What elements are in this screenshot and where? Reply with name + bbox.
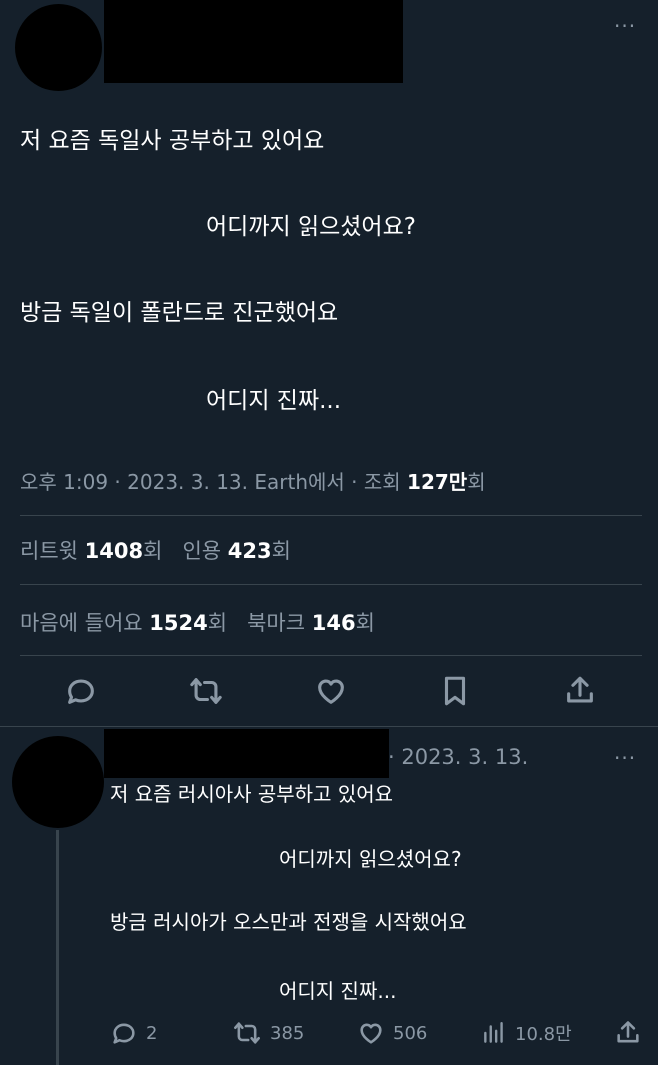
divider	[20, 584, 642, 585]
bookmark-icon	[444, 676, 466, 706]
tweet-line-2: 어디까지 읽으셨어요?	[206, 214, 416, 240]
tweet-line-1: 저 요즘 독일사 공부하고 있어요	[20, 128, 325, 154]
quote-label: 인용	[182, 539, 228, 563]
thread-line	[56, 830, 59, 1065]
reply-reply-button[interactable]: 2	[110, 1019, 157, 1047]
view-suffix: 회	[467, 470, 486, 494]
views-count: 10.8만	[515, 1024, 572, 1045]
like-suffix: 회	[207, 611, 228, 635]
more-icon[interactable]: ···	[614, 14, 636, 38]
bookmark-stat[interactable]: 북마크 146회	[247, 611, 375, 635]
quote-suffix: 회	[271, 539, 291, 563]
bookmark-suffix: 회	[355, 611, 375, 635]
tweet-meta: 오후 1:09 · 2023. 3. 13. Earth에서 · 조회 127만…	[20, 466, 486, 495]
view-count: 127만	[407, 470, 468, 494]
reply-line-4: 어디지 진짜...	[279, 979, 397, 1003]
reply-retweet-button[interactable]: 385	[232, 1019, 304, 1047]
retweet-count: 385	[270, 1022, 305, 1044]
reply-button[interactable]	[61, 671, 101, 711]
retweet-suffix: 회	[143, 539, 163, 563]
like-icon	[360, 1023, 382, 1044]
divider	[20, 655, 642, 656]
reply-more-icon[interactable]: ···	[614, 746, 636, 770]
like-count: 1524	[149, 611, 208, 635]
reply-like-button[interactable]: 506	[357, 1019, 427, 1047]
retweet-count: 1408	[84, 539, 144, 563]
reply-count: 2	[146, 1022, 158, 1044]
bookmark-count: 146	[311, 611, 356, 635]
quote-stat[interactable]: 인용 423회	[182, 539, 291, 563]
retweet-stat[interactable]: 리트윗 1408회	[20, 539, 162, 563]
views-icon	[484, 1022, 503, 1043]
retweet-label: 리트윗	[20, 539, 85, 563]
tweet-separator	[0, 726, 658, 727]
tweet-line-4: 어디지 진짜...	[206, 388, 342, 414]
reply-share-button[interactable]	[614, 1019, 642, 1047]
share-icon	[617, 1021, 639, 1043]
reply-line-3: 방금 러시아가 오스만과 전쟁을 시작했어요	[110, 910, 467, 934]
bookmark-button[interactable]	[435, 671, 475, 711]
reply-line-2: 어디까지 읽으셨어요?	[279, 847, 462, 871]
like-count: 506	[393, 1022, 428, 1044]
like-icon	[318, 679, 344, 704]
quote-count: 423	[227, 539, 272, 563]
reply-views-button[interactable]: 10.8만	[481, 1019, 572, 1047]
redacted-author-name	[104, 0, 403, 83]
share-icon	[567, 676, 593, 703]
reply-date[interactable]: · 2023. 3. 13.	[388, 745, 528, 769]
redacted-reply-author-name	[104, 729, 389, 778]
share-button[interactable]	[560, 671, 600, 711]
reply-author-avatar[interactable]	[12, 736, 104, 828]
reply-line-1: 저 요즘 러시아사 공부하고 있어요	[110, 782, 394, 806]
retweet-quote-stats: 리트윗 1408회 인용 423회	[20, 535, 291, 565]
retweet-icon	[190, 678, 222, 704]
retweet-icon	[234, 1022, 260, 1044]
retweet-button[interactable]	[186, 671, 226, 711]
reply-icon	[113, 1023, 135, 1044]
like-button[interactable]	[311, 671, 351, 711]
like-stat[interactable]: 마음에 들어요 1524회	[20, 611, 227, 635]
author-avatar[interactable]	[15, 4, 102, 91]
divider	[20, 515, 642, 516]
like-bookmark-stats: 마음에 들어요 1524회 북마크 146회	[20, 607, 375, 637]
like-label: 마음에 들어요	[20, 611, 150, 635]
bookmark-label: 북마크	[247, 611, 312, 635]
tweet-line-3: 방금 독일이 폴란드로 진군했어요	[20, 300, 339, 326]
tweet-timestamp-source[interactable]: 오후 1:09 · 2023. 3. 13. Earth에서 · 조회	[20, 470, 407, 494]
reply-icon	[68, 679, 94, 704]
